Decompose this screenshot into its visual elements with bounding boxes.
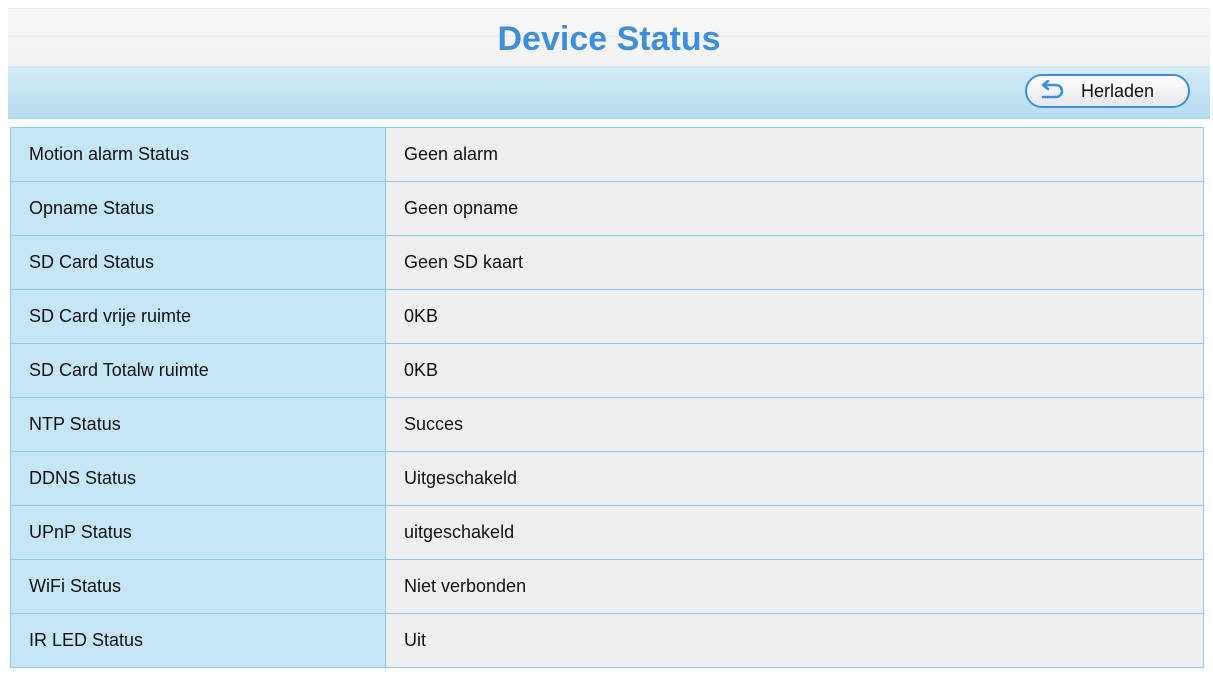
reload-button[interactable]: Herladen: [1025, 74, 1190, 108]
status-label: IR LED Status: [10, 613, 386, 668]
status-label: WiFi Status: [10, 559, 386, 614]
page-title: Device Status: [497, 20, 721, 58]
table-row: Motion alarm Status Geen alarm: [10, 127, 1204, 182]
table-row: SD Card Totalw ruimte 0KB: [10, 343, 1204, 398]
status-label: UPnP Status: [10, 505, 386, 560]
table-row: UPnP Status uitgeschakeld: [10, 505, 1204, 560]
table-row: DDNS Status Uitgeschakeld: [10, 451, 1204, 506]
table-row: SD Card vrije ruimte 0KB: [10, 289, 1204, 344]
table-row: IR LED Status Uit: [10, 613, 1204, 668]
table-row: SD Card Status Geen SD kaart: [10, 235, 1204, 290]
status-label: SD Card vrije ruimte: [10, 289, 386, 344]
table-row: Opname Status Geen opname: [10, 181, 1204, 236]
status-value: Succes: [385, 397, 1204, 452]
status-label: SD Card Totalw ruimte: [10, 343, 386, 398]
status-value: 0KB: [385, 343, 1204, 398]
toolbar: Herladen: [8, 66, 1210, 119]
status-value: Niet verbonden: [385, 559, 1204, 614]
status-label: SD Card Status: [10, 235, 386, 290]
status-label: Opname Status: [10, 181, 386, 236]
status-value: Geen opname: [385, 181, 1204, 236]
undo-arrow-icon: [1037, 80, 1067, 102]
status-value: Uitgeschakeld: [385, 451, 1204, 506]
status-value: Geen alarm: [385, 127, 1204, 182]
status-value: Uit: [385, 613, 1204, 668]
status-table: Motion alarm Status Geen alarm Opname St…: [10, 127, 1204, 668]
status-value: uitgeschakeld: [385, 505, 1204, 560]
reload-button-label: Herladen: [1081, 80, 1155, 101]
table-row: WiFi Status Niet verbonden: [10, 559, 1204, 614]
status-value: 0KB: [385, 289, 1204, 344]
table-row: NTP Status Succes: [10, 397, 1204, 452]
device-status-page: Device Status Herladen Motion alarm Stat…: [0, 0, 1213, 689]
status-label: DDNS Status: [10, 451, 386, 506]
status-label: Motion alarm Status: [10, 127, 386, 182]
title-bar: Device Status: [8, 8, 1210, 67]
status-value: Geen SD kaart: [385, 235, 1204, 290]
status-label: NTP Status: [10, 397, 386, 452]
